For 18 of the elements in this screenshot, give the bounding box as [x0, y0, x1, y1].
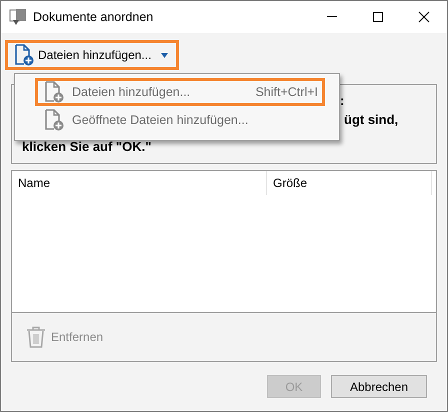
menu-item[interactable]: Geöffnete Dateien hinzufügen... — [35, 106, 325, 134]
menu-item[interactable]: Dateien hinzufügen... Shift+Ctrl+I — [35, 78, 325, 106]
trash-icon — [26, 326, 46, 348]
maximize-icon — [372, 11, 384, 23]
column-header[interactable]: Name — [12, 171, 267, 195]
instruction-text: : — [340, 92, 346, 110]
add-file-icon — [14, 44, 34, 66]
window-title: Dokumente anordnen — [33, 8, 154, 26]
instruction-text: ügt sind, — [344, 111, 400, 129]
app-icon — [9, 8, 27, 26]
copy-file-icon — [44, 109, 64, 131]
close-icon — [418, 11, 430, 23]
column-header[interactable]: Größe — [267, 171, 432, 195]
instruction-text: klicken Sie auf "OK." — [22, 138, 152, 156]
add-files-button[interactable]: Dateien hinzufügen... — [5, 40, 180, 70]
cancel-button[interactable]: Abbrechen — [331, 375, 427, 398]
add-file-icon — [44, 81, 64, 103]
caret-icon — [161, 52, 168, 58]
